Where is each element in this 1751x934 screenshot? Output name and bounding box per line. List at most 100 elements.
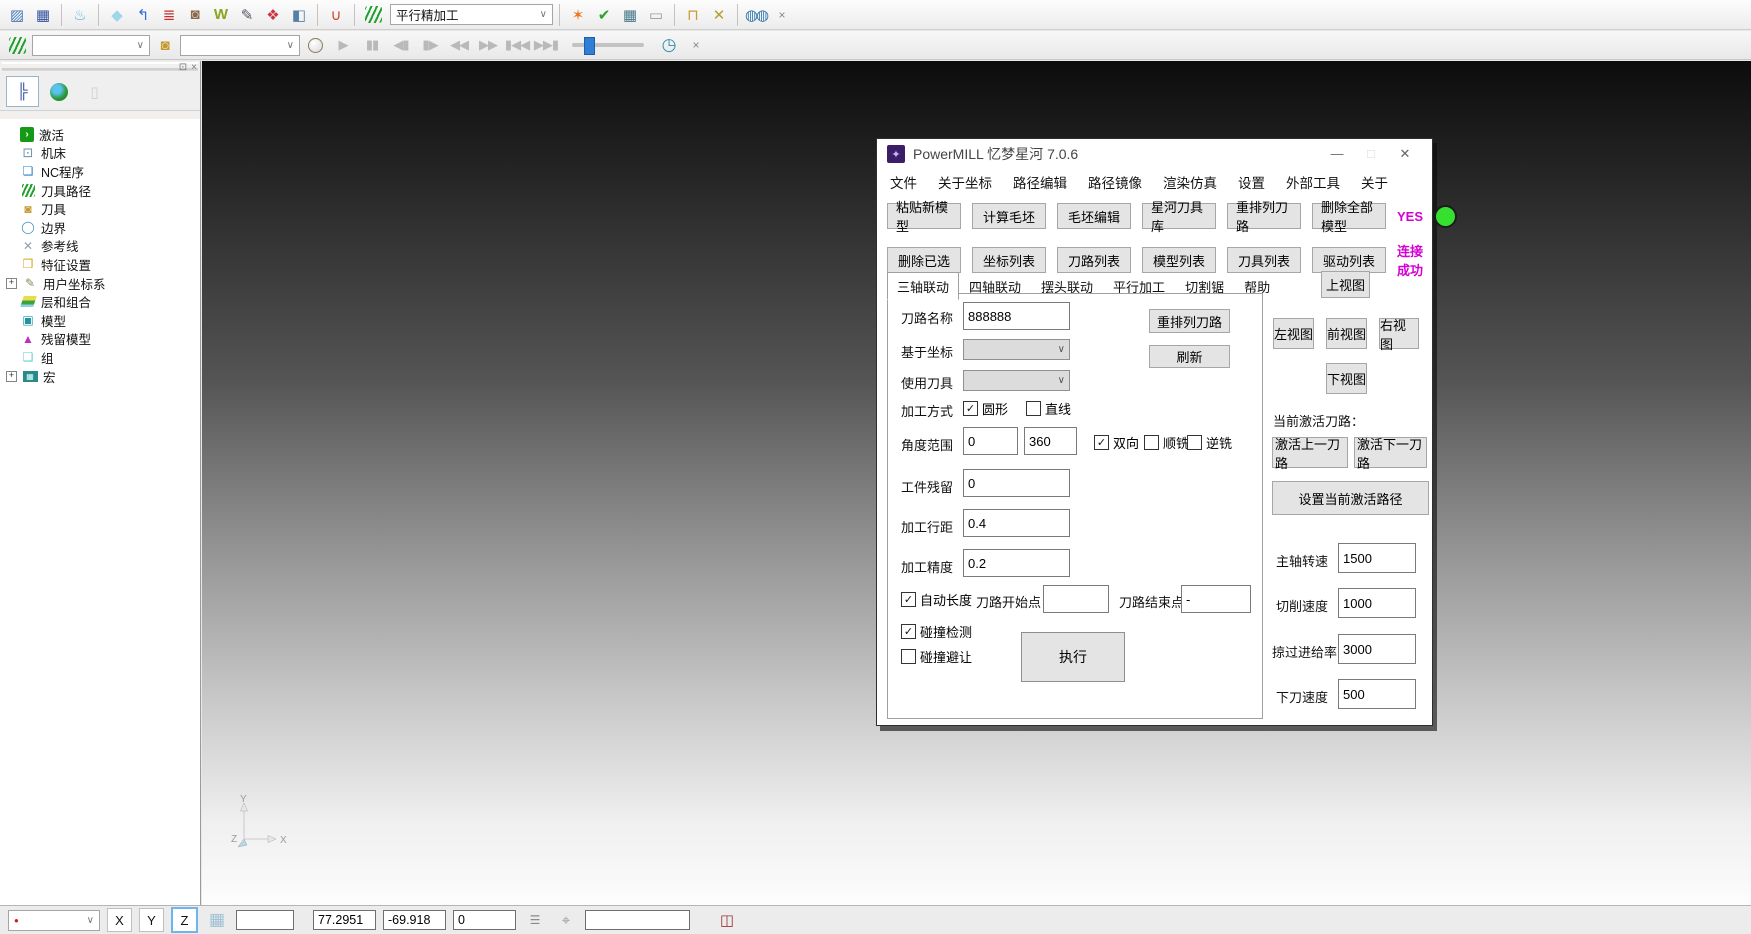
climb-checkbox[interactable]: 顺铣 [1144, 433, 1189, 452]
nc-program-list-icon[interactable]: ≣ [157, 3, 181, 27]
skim-feed-input[interactable] [1338, 634, 1416, 664]
ruler-icon[interactable]: ▭ [644, 3, 668, 27]
menu-path-mirror[interactable]: 路径镜像 [1088, 172, 1142, 192]
close-panel-icon[interactable]: × [191, 62, 197, 73]
paste-new-model-button[interactable]: 粘贴新模型 [887, 203, 961, 229]
refresh-button[interactable]: 刷新 [1149, 345, 1230, 368]
toolbar-close-icon[interactable]: × [770, 3, 794, 27]
go-end-icon[interactable]: ▶▶▮ [533, 33, 559, 57]
menu-file[interactable]: 文件 [890, 172, 917, 192]
tree-item-models[interactable]: ▣ 模型 [6, 311, 200, 330]
rewind-icon[interactable]: ◀◀ [446, 33, 472, 57]
strategy-dropdown[interactable]: 平行精加工 ∨ [390, 4, 553, 25]
rearrange-button[interactable]: 重排列刀路 [1149, 309, 1230, 333]
checkbox-icon[interactable] [1144, 435, 1159, 450]
tool-library-button[interactable]: 星河刀具库 [1142, 203, 1216, 229]
sim-tool-dropdown[interactable]: ∨ [180, 35, 300, 56]
feature-set-icon[interactable]: ◧ [287, 3, 311, 27]
plunge-speed-input[interactable] [1338, 679, 1416, 709]
tree-item-activate[interactable]: › 激活 [6, 125, 200, 144]
pattern-edit-icon[interactable]: ✎ [235, 3, 259, 27]
toolpath-name-input[interactable] [963, 302, 1070, 330]
end-point-input[interactable] [1181, 585, 1251, 613]
open-project-icon[interactable]: ▨ [5, 3, 29, 27]
step-forward-icon[interactable]: ▮▶ [417, 33, 443, 57]
stepover-input[interactable] [963, 509, 1070, 537]
front-view-button[interactable]: 前视图 [1326, 318, 1367, 349]
print-pot-icon[interactable]: ♨ [68, 3, 92, 27]
menu-external-tools[interactable]: 外部工具 [1286, 172, 1340, 192]
calculator-icon[interactable]: ▦ [618, 3, 642, 27]
menu-about[interactable]: 关于 [1361, 172, 1388, 192]
dialog-titlebar[interactable]: ✦ PowerMILL 忆梦星河 7.0.6 — □ ✕ [877, 139, 1432, 169]
circle-checkbox[interactable]: 圆形 [963, 399, 1008, 418]
measure-field[interactable] [585, 910, 690, 930]
menu-path-edit[interactable]: 路径编辑 [1013, 172, 1067, 192]
menu-settings[interactable]: 设置 [1238, 172, 1265, 192]
tree-item-workplanes[interactable]: + ✎ 用户坐标系 [6, 274, 200, 293]
float-panel-icon[interactable]: ⊡ [179, 62, 187, 73]
locate-icon[interactable]: ⌖ [554, 908, 578, 932]
checkbox-icon[interactable] [901, 592, 916, 607]
sim-toolbar-close-icon[interactable]: × [684, 33, 708, 57]
expand-icon[interactable]: + [6, 371, 17, 382]
workplane-dropdown[interactable]: ● ∨ [8, 910, 100, 931]
minimize-icon[interactable]: — [1320, 146, 1354, 162]
tool-drop-icon[interactable]: ∪ [324, 3, 348, 27]
toolpath-spring-icon[interactable] [361, 3, 385, 27]
tree-item-machine[interactable]: ⊡ 机床 [6, 144, 200, 163]
cylinder-pair-icon[interactable]: ◍◍ [744, 3, 768, 27]
angle-start-input[interactable] [963, 427, 1018, 455]
tool-list-button[interactable]: 刀具列表 [1227, 247, 1301, 273]
pattern-points-icon[interactable]: ❖ [261, 3, 285, 27]
tree-item-toolpaths[interactable]: 刀具路径 [6, 181, 200, 200]
sim-toolpath-dropdown[interactable]: ∨ [32, 35, 150, 56]
menu-render-sim[interactable]: 渲染仿真 [1163, 172, 1217, 192]
top-view-button[interactable]: 上视图 [1321, 271, 1370, 298]
tree-item-levels[interactable]: 层和组合 [6, 292, 200, 311]
xyz-list-icon[interactable]: ☰ [523, 908, 547, 932]
clock-icon[interactable]: ◷ [657, 33, 681, 57]
axis-y-button[interactable]: Y [139, 908, 164, 932]
axis-x-button[interactable]: X [107, 908, 132, 932]
use-tool-dropdown[interactable]: ∨ [963, 370, 1070, 391]
grid-size-input[interactable] [236, 910, 294, 930]
verify-icon[interactable]: ✔ [592, 3, 616, 27]
tolerance-input[interactable] [963, 549, 1070, 577]
spindle-speed-input[interactable] [1338, 543, 1416, 573]
pager-icon[interactable]: ◫ [715, 908, 739, 932]
maximize-icon[interactable]: □ [1354, 146, 1388, 162]
auto-length-checkbox[interactable]: 自动长度 [901, 590, 972, 609]
tree-item-patterns[interactable]: ✕ 参考线 [6, 237, 200, 256]
collision-avoid-checkbox[interactable]: 碰撞避让 [901, 647, 972, 666]
fast-forward-icon[interactable]: ▶▶ [475, 33, 501, 57]
right-view-button[interactable]: 右视图 [1379, 318, 1419, 349]
collision-check-checkbox[interactable]: 碰撞检测 [901, 622, 972, 641]
save-project-icon[interactable]: ▦ [31, 3, 55, 27]
delete-selected-button[interactable]: 删除已选 [887, 247, 961, 273]
based-coord-dropdown[interactable]: ∨ [963, 339, 1070, 360]
conventional-checkbox[interactable]: 逆铣 [1187, 433, 1232, 452]
tool-create-icon[interactable]: ◙ [183, 3, 207, 27]
checkbox-icon[interactable] [963, 401, 978, 416]
drive-list-button[interactable]: 驱动列表 [1312, 247, 1386, 273]
tree-item-stock-models[interactable]: ▲ 残留模型 [6, 330, 200, 349]
play-icon[interactable]: ▶ [330, 33, 356, 57]
toolpath-strategy-icon[interactable]: ↰ [131, 3, 155, 27]
set-active-path-button[interactable]: 设置当前激活路径 [1272, 481, 1429, 515]
coord-y-field[interactable] [383, 910, 446, 930]
lightbulb-icon[interactable] [303, 33, 327, 57]
panel-grip[interactable]: ⊡ × [0, 62, 200, 71]
slider-knob[interactable] [584, 37, 595, 55]
bidirectional-checkbox[interactable]: 双向 [1094, 433, 1139, 452]
axis-z-button[interactable]: Z [171, 907, 198, 933]
coord-z-field[interactable] [453, 910, 516, 930]
line-checkbox[interactable]: 直线 [1026, 399, 1071, 418]
tree-item-boundaries[interactable]: ◯ 边界 [6, 218, 200, 237]
collision-check-icon[interactable]: ✶ [566, 3, 590, 27]
checkbox-icon[interactable] [1094, 435, 1109, 450]
cutting-speed-input[interactable] [1338, 588, 1416, 618]
angle-end-input[interactable] [1024, 427, 1077, 455]
toolpath-list-button[interactable]: 刀路列表 [1057, 247, 1131, 273]
execute-button[interactable]: 执行 [1021, 632, 1125, 682]
